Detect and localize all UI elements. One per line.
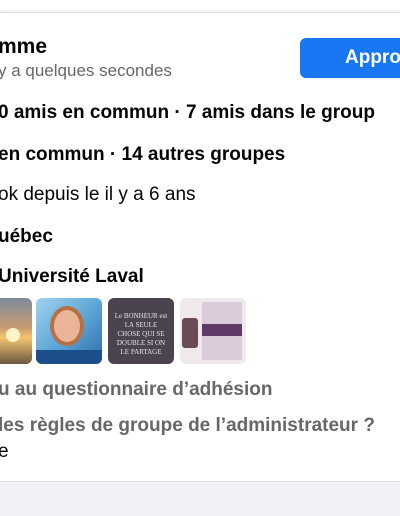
member-request-card: [0, 12, 400, 482]
rules-answer: e: [0, 441, 9, 462]
facebook-since-info: ok depuis le il y a 6 ans: [0, 184, 196, 205]
questionnaire-answered[interactable]: u au questionnaire d’adhésion: [0, 379, 272, 401]
shared-groups-info[interactable]: en commun · 14 autres groupes: [0, 144, 285, 166]
photo-thumbnail-flyer[interactable]: [180, 298, 246, 364]
photo-thumbnail-sunset[interactable]: [0, 298, 32, 364]
flyer-band: [202, 324, 242, 336]
location-info[interactable]: uébec: [0, 226, 53, 248]
photo-thumbnail-quote[interactable]: Le BONHEUR est LA SEULE CHOSE QUI SE DOU…: [108, 298, 174, 364]
school-info[interactable]: Université Laval: [0, 266, 144, 288]
top-edge: [0, 0, 400, 10]
flyer-photo: [182, 318, 198, 348]
rules-question: les règles de groupe de l’administrateur…: [0, 415, 375, 436]
request-time: y a quelques secondes: [0, 61, 172, 80]
photo-thumbnail-portrait[interactable]: [36, 298, 102, 364]
sun-shape: [6, 328, 20, 342]
logo-strip: [36, 350, 102, 364]
member-name[interactable]: mme: [0, 35, 47, 59]
quote-text: Le BONHEUR est LA SEULE CHOSE QUI SE DOU…: [114, 312, 168, 356]
face-shape: [50, 306, 84, 346]
mutual-friends-info[interactable]: 0 amis en commun · 7 amis dans le group: [0, 102, 375, 124]
approve-button[interactable]: Approuver: [300, 38, 400, 78]
